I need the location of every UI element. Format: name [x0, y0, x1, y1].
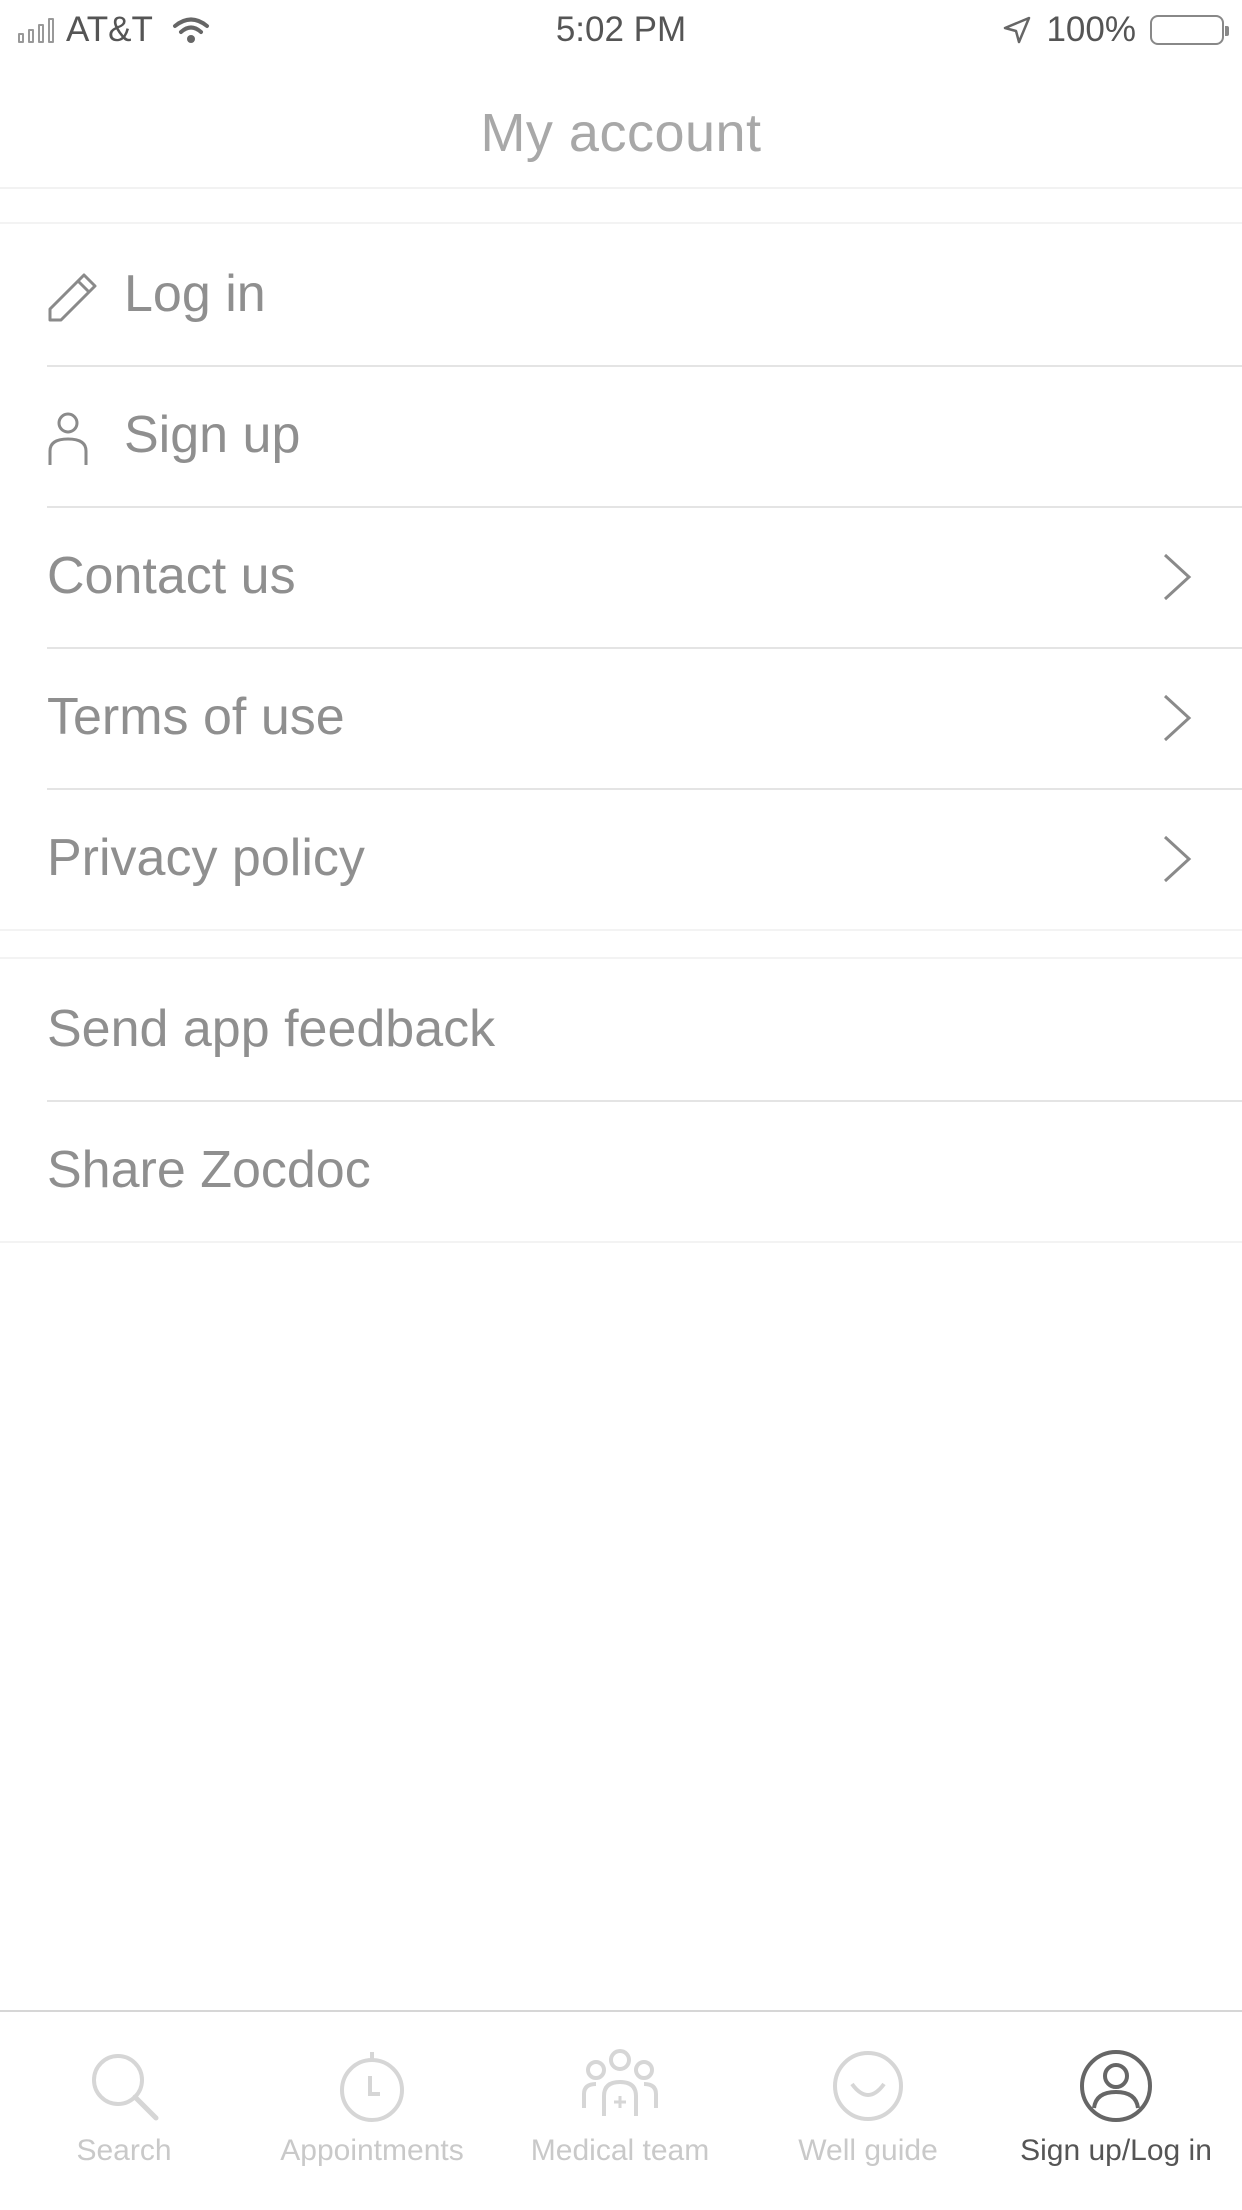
chevron-right-icon — [1163, 694, 1192, 742]
location-arrow-icon — [1004, 16, 1031, 44]
menu-item-label: Terms of use — [47, 688, 345, 746]
menu-item-privacy-policy[interactable]: Privacy policy — [0, 788, 1242, 929]
menu-item-sign-up[interactable]: Sign up — [0, 365, 1242, 506]
tab-search[interactable]: Search — [0, 2012, 248, 2210]
profile-icon — [1080, 2050, 1152, 2122]
menu-item-label: Share Zocdoc — [47, 1141, 371, 1199]
tab-label: Sign up/Log in — [1020, 2134, 1212, 2167]
tab-label: Appointments — [280, 2134, 464, 2167]
status-bar: AT&T 5:02 PM 100% — [0, 0, 1242, 62]
battery-icon — [1150, 15, 1229, 45]
tab-appointments[interactable]: Appointments — [248, 2012, 496, 2210]
account-menu: Log in Sign up Contact us Terms of use P… — [0, 222, 1242, 931]
menu-item-send-app-feedback[interactable]: Send app feedback — [0, 959, 1242, 1100]
chevron-right-icon — [1163, 835, 1192, 883]
tab-medical-team[interactable]: Medical team — [496, 2012, 744, 2210]
team-icon — [582, 2049, 658, 2116]
pencil-icon — [48, 273, 97, 322]
menu-item-terms-of-use[interactable]: Terms of use — [0, 647, 1242, 788]
menu-item-share-zocdoc[interactable]: Share Zocdoc — [0, 1100, 1242, 1241]
clock-icon — [340, 2052, 404, 2122]
page-title: My account — [480, 103, 762, 163]
smile-icon — [833, 2051, 903, 2121]
more-menu: Send app feedback Share Zocdoc — [0, 957, 1242, 1243]
menu-item-contact-us[interactable]: Contact us — [0, 506, 1242, 647]
battery-percent: 100% — [1046, 10, 1136, 49]
search-icon — [92, 2054, 159, 2121]
menu-item-label: Log in — [124, 265, 266, 323]
tab-sign-up-log-in[interactable]: Sign up/Log in — [992, 2012, 1240, 2210]
tab-well-guide[interactable]: Well guide — [744, 2012, 992, 2210]
tab-label: Well guide — [798, 2134, 938, 2167]
navigation-bar: My account — [0, 62, 1242, 189]
menu-item-label: Sign up — [124, 406, 301, 464]
chevron-right-icon — [1163, 553, 1192, 601]
status-right: 100% — [1002, 10, 1229, 50]
person-icon — [48, 412, 88, 465]
menu-item-label: Privacy policy — [47, 829, 365, 887]
tab-label: Search — [76, 2134, 172, 2167]
tab-label: Medical team — [530, 2134, 710, 2167]
tab-bar: Search Appointments Medical team Well gu… — [0, 2010, 1242, 2210]
menu-item-label: Contact us — [47, 547, 296, 605]
menu-item-log-in[interactable]: Log in — [0, 224, 1242, 365]
menu-item-label: Send app feedback — [47, 1000, 496, 1058]
